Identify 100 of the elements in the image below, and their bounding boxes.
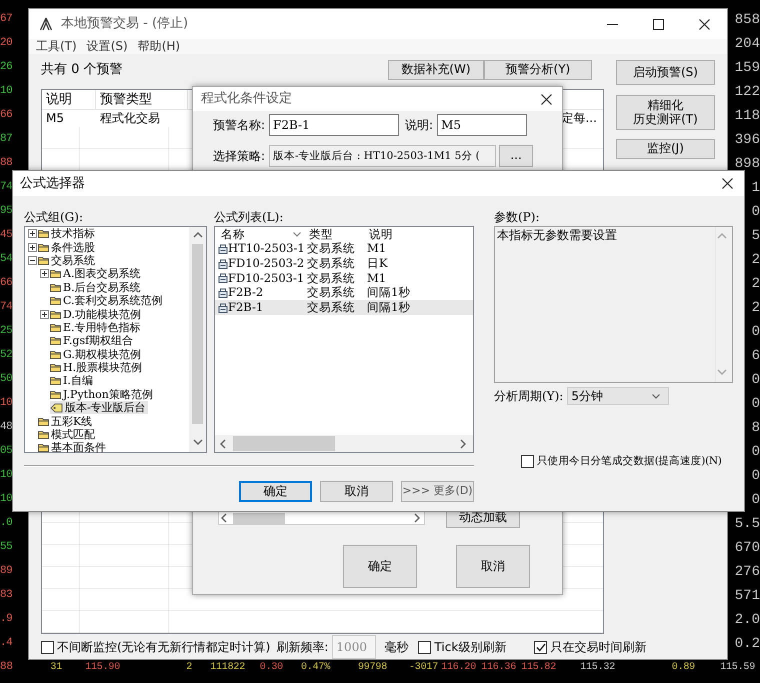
table-cell-text: 交易系统 [307,256,356,271]
list-row[interactable]: F2B-2 交易系统 间隔1秒 [215,286,473,300]
tree-item[interactable]: J.Python策略范例 [50,388,155,401]
plus-box-icon[interactable] [40,269,49,278]
count-label: 共有 0 个预警 [41,62,123,78]
sort-caret-icon [293,232,301,237]
tree-item[interactable]: G.期权模块范例 [50,348,143,361]
list-row[interactable]: FD10-2503-1 交易系统 M1 [215,271,473,286]
close-icon[interactable] [698,18,710,30]
quote-value: 66 [0,277,12,291]
plus-box-icon[interactable] [28,229,37,238]
minus-box-icon[interactable] [28,256,37,265]
plus-box-icon[interactable] [28,242,37,252]
scrollbar[interactable] [189,227,206,452]
quote-value: 0.2 [734,636,760,652]
tree-item[interactable]: C.套利交易系统范例 [50,294,165,308]
list-row[interactable]: F2B-1 交易系统 间隔1秒 [215,300,473,315]
folder-icon [38,242,49,252]
tree-item[interactable]: D.功能模块范例 [50,308,143,321]
column-header[interactable]: 预警类型 [96,90,188,109]
checkbox[interactable] [41,640,54,654]
column-header[interactable]: 名称 [219,228,307,242]
pane-label: 公式组(G): [24,210,84,223]
quote-value: .0 [0,517,12,531]
maximize-icon[interactable] [652,18,664,30]
ok-button[interactable]: 确定 [343,545,417,588]
tree-item[interactable]: 版本-专业版后台 [50,401,148,414]
scrollbar-thumb[interactable] [192,244,203,424]
period-select[interactable]: 5分钟 [567,387,670,405]
dialog-button[interactable]: >>> 更多(D) [401,481,474,502]
list-row[interactable]: HT10-2503-1 交易系统 M1 [215,242,473,257]
dialog-button[interactable]: 取消 [320,481,393,502]
quote-value: 26 [0,61,12,75]
quote-value: 0 [752,492,760,508]
close-icon[interactable] [541,94,552,104]
dialog-button[interactable]: 确定 [239,481,312,502]
scrollbar-thumb[interactable] [233,436,335,451]
quote-value: 0.47% [300,662,330,674]
quote-value: 2 [752,276,760,292]
name-field[interactable]: F2B-1 [269,114,400,136]
table-cell: FD10-2503-1 [218,272,307,286]
quote-value: 2 [752,300,760,316]
scrollbar[interactable] [215,435,473,452]
quote-value: 48 [0,421,12,435]
table-cell: 日K [367,256,388,271]
menu-item[interactable]: 设置(S) [82,39,133,54]
quote-value: 5.5 [734,516,760,532]
tree-item[interactable]: F.gsf期权组合 [50,334,136,348]
quote-value: .4 [0,637,12,651]
quote-value: 6 [752,348,760,364]
tree-item[interactable]: A.图表交易系统 [50,267,142,280]
folder-icon [50,282,61,292]
checkbox[interactable] [521,455,534,468]
side-button[interactable]: 精细化 历史测评(T) [616,95,715,130]
tree-item[interactable]: E.专用特色指标 [50,320,143,334]
quote-value: 204 [734,36,760,52]
tree-item[interactable]: I.自编 [50,374,95,388]
quote-value: 122 [734,84,760,100]
close-icon[interactable] [722,178,733,189]
tree-item[interactable]: B.后台交易系统 [50,280,143,294]
plus-box-icon[interactable] [40,310,49,319]
column-header[interactable]: 类型 [307,228,367,242]
window-title: 本地预警交易 - (停止) [61,16,188,32]
side-button[interactable]: 启动预警(S) [616,60,715,85]
tree-item[interactable]: 五彩K线 [38,414,94,428]
list-row[interactable]: FD10-2503-2 交易系统 日K [215,256,473,272]
strategy-field[interactable]: 版本-专业版后台 : HT10-2503-1M1 5分 ( [269,145,496,167]
quote-value: 2 [185,662,192,674]
column-header[interactable]: 说明 [367,228,467,242]
toolbar-button[interactable]: 预警分析(Y) [484,60,592,80]
cancel-button[interactable]: 取消 [456,545,530,588]
tree-item[interactable]: H.股票模块范例 [50,361,144,374]
menu-item[interactable]: 工具(T) [31,39,82,54]
tree-item[interactable]: 交易系统 [38,254,97,267]
scrollbar[interactable] [218,511,425,525]
note-field[interactable]: M5 [437,114,528,136]
tree-item[interactable]: 基本面条件 [38,441,108,454]
dropdown-caret-icon [652,394,660,398]
tree-item[interactable]: 技术指标 [38,227,97,240]
folder-icon [50,269,61,278]
quote-value: 115.59 [719,662,755,674]
quote-value: 74 [0,181,12,195]
browse-button[interactable]: ... [499,145,534,167]
quote-value: 66 [0,109,12,123]
checkbox[interactable] [418,640,432,654]
quote-value: 74 [0,301,12,315]
quote-value: 0 [752,372,760,388]
toolbar-button[interactable]: 数据补充(W) [388,60,484,80]
menu-item[interactable]: 帮助(H) [132,39,186,54]
column-header[interactable]: 说明 [42,90,96,109]
scrollbar-thumb[interactable] [233,512,285,524]
quote-value: 50 [0,373,12,387]
checkbox[interactable] [534,640,548,654]
folder-icon [50,296,61,306]
quote-value: 52 [0,349,12,363]
tree-item[interactable]: 条件选股 [38,240,97,254]
tree-item[interactable]: 模式匹配 [38,428,97,442]
field-label: 说明: [405,118,434,132]
dialog-title: 程式化条件设定 [201,91,292,107]
side-button[interactable]: 监控(J) [616,139,715,159]
